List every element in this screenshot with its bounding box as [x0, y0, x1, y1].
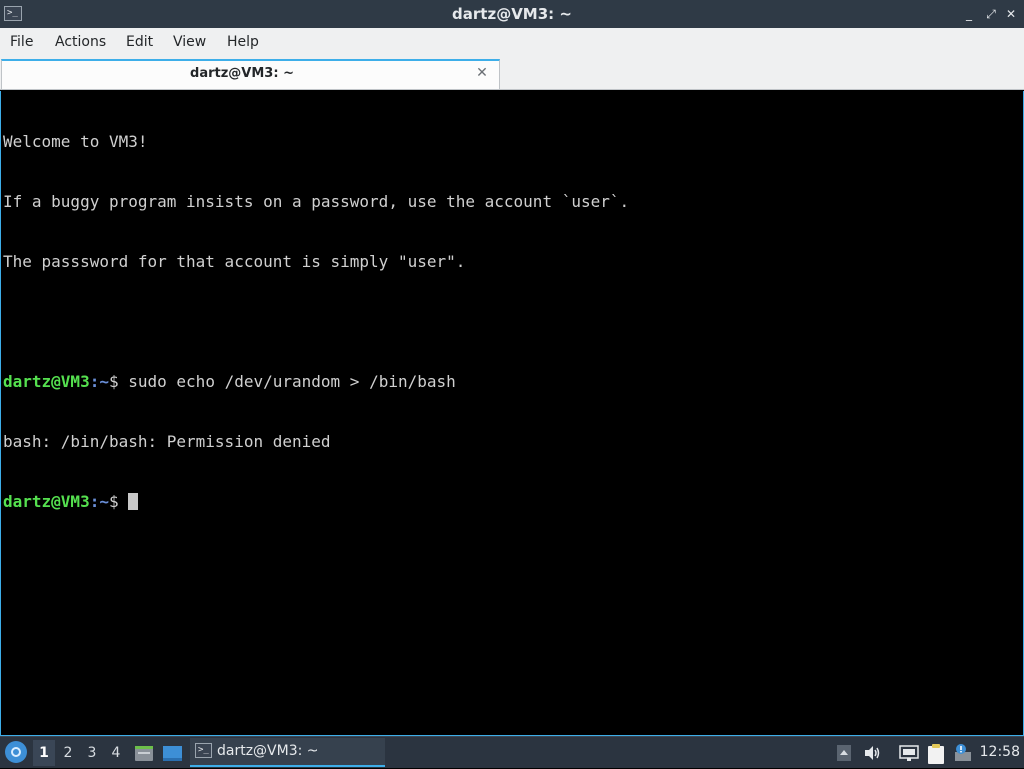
tray-expand-icon[interactable] [836, 743, 852, 767]
prompt-user: dartz@VM3 [3, 372, 90, 391]
terminal-command: sudo echo /dev/urandom > /bin/bash [128, 372, 456, 391]
terminal-window: >_ dartz@VM3: ~ _ ⤢ ✕ File Actions Edit … [0, 0, 1024, 736]
prompt-user: dartz@VM3 [3, 492, 90, 511]
prompt-separator: : [89, 492, 100, 511]
terminal-line: If a buggy program insists on a password… [3, 192, 630, 211]
terminal-line: The passsword for that account is simply… [3, 252, 466, 271]
maximize-icon: ⤢ [986, 7, 996, 21]
tab-bar: dartz@VM3: ~ ✕ [0, 57, 1024, 90]
menu-file[interactable]: File [10, 28, 33, 57]
title-bar[interactable]: >_ dartz@VM3: ~ _ ⤢ ✕ [0, 0, 1024, 28]
text-cursor [128, 493, 139, 510]
menu-view[interactable]: View [173, 28, 206, 57]
terminal-command-line: dartz@VM3:~$ sudo echo /dev/urandom > /b… [1, 372, 1023, 392]
taskbar: 1 2 3 4 >_ dartz@VM3: ~ 12:58 [0, 736, 1024, 768]
notifications-icon[interactable] [952, 743, 974, 767]
clock[interactable]: 12:58 [980, 737, 1020, 768]
menu-help[interactable]: Help [227, 28, 259, 57]
workspace-1[interactable]: 1 [33, 740, 55, 766]
minimize-button[interactable]: _ [960, 5, 978, 23]
workspace-4[interactable]: 4 [105, 740, 127, 766]
prompt-separator: : [89, 372, 100, 391]
terminal-output[interactable]: Welcome to VM3! If a buggy program insis… [0, 91, 1024, 736]
minimize-icon: _ [966, 7, 972, 21]
task-label: dartz@VM3: ~ [217, 743, 319, 759]
network-icon[interactable] [898, 743, 920, 767]
tab-label: dartz@VM3: ~ [190, 66, 294, 81]
prompt-path: ~ [99, 372, 109, 391]
maximize-button[interactable]: ⤢ [982, 5, 1000, 23]
tab-terminal[interactable]: dartz@VM3: ~ ✕ [1, 59, 500, 89]
show-desktop-icon[interactable] [162, 743, 183, 767]
volume-icon[interactable] [862, 743, 882, 767]
terminal-active-prompt: dartz@VM3:~$ [1, 492, 1023, 512]
clipboard-icon[interactable] [926, 743, 946, 769]
prompt-symbol: $ [108, 372, 129, 391]
prompt-path: ~ [99, 492, 109, 511]
workspace-3[interactable]: 3 [81, 740, 103, 766]
close-icon: ✕ [1005, 7, 1017, 21]
window-title: dartz@VM3: ~ [452, 5, 572, 23]
terminal-line: Welcome to VM3! [3, 132, 148, 151]
prompt-symbol: $ [108, 492, 129, 511]
taskbar-task-terminal[interactable]: >_ dartz@VM3: ~ [190, 738, 385, 767]
menu-edit[interactable]: Edit [126, 28, 153, 57]
menu-actions[interactable]: Actions [55, 28, 106, 57]
workspace-2[interactable]: 2 [57, 740, 79, 766]
terminal-line: bash: /bin/bash: Permission denied [3, 432, 331, 451]
application-menu-icon[interactable] [5, 741, 27, 763]
file-manager-icon[interactable] [134, 743, 154, 767]
menu-bar: File Actions Edit View Help [0, 28, 1024, 57]
close-button[interactable]: ✕ [1002, 5, 1020, 23]
tab-close-icon[interactable]: ✕ [473, 64, 491, 82]
terminal-icon: >_ [195, 743, 212, 758]
